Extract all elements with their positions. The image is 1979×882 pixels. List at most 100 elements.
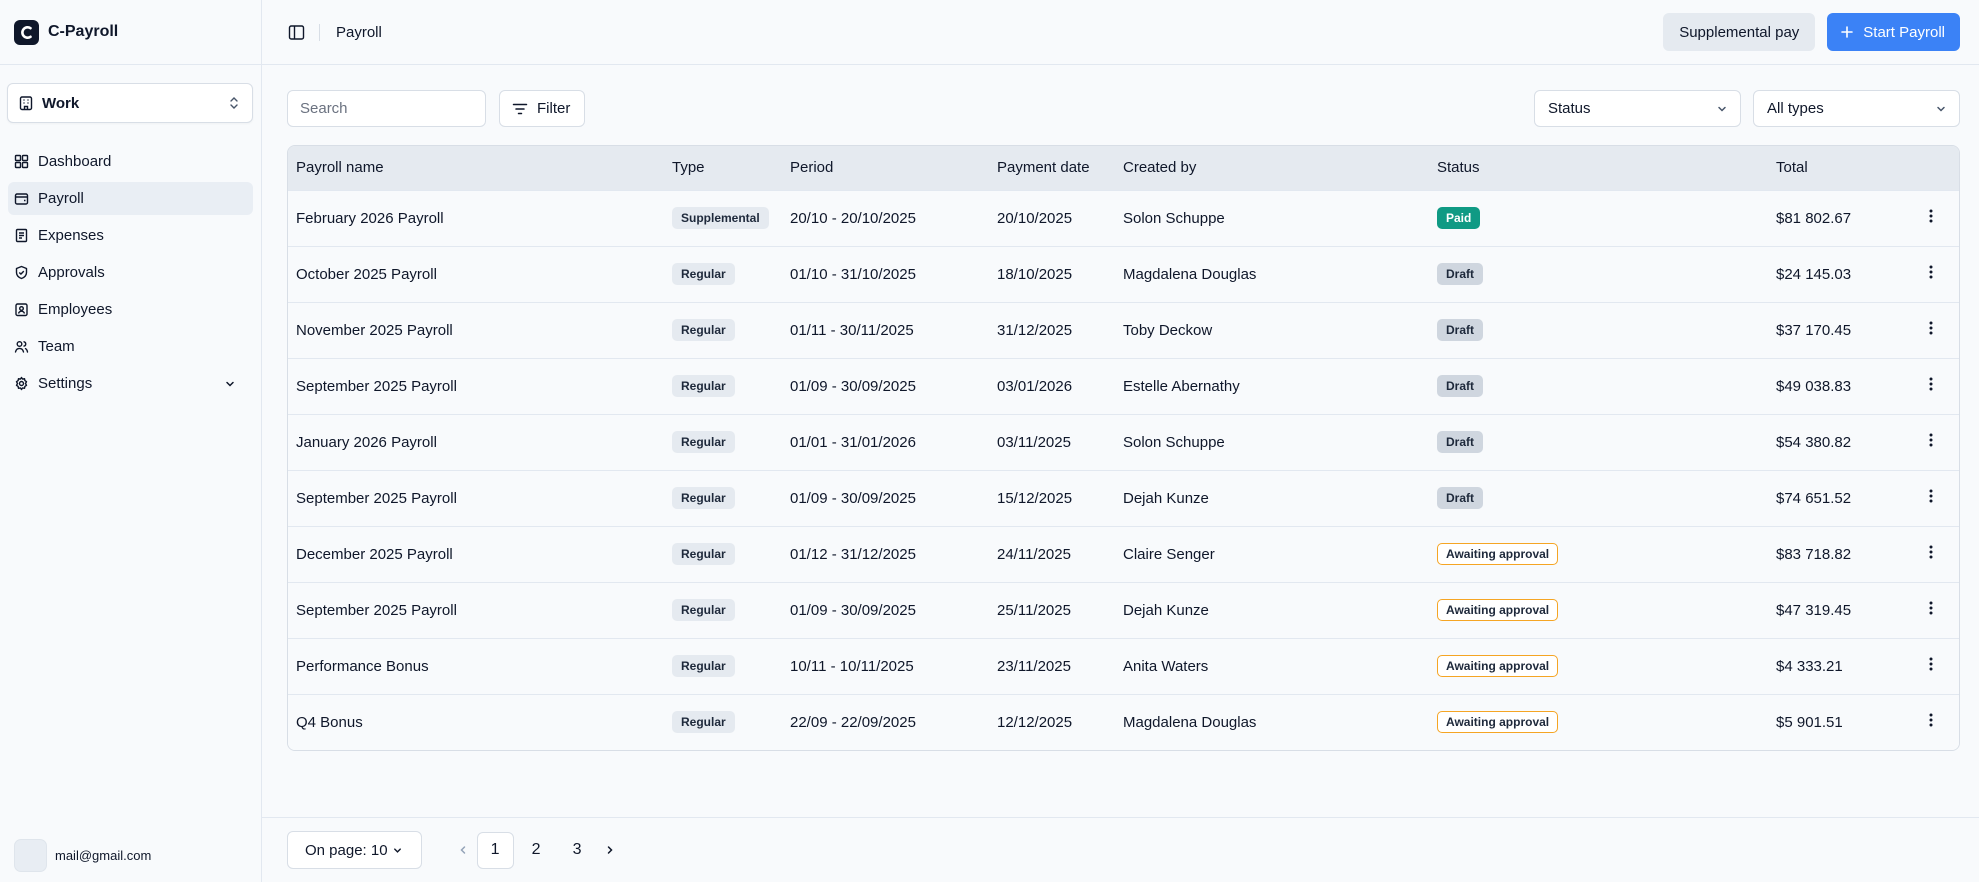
row-menu-button[interactable] [1902, 246, 1959, 302]
sidebar-item-payroll[interactable]: Payroll [8, 182, 253, 215]
start-payroll-button[interactable]: Start Payroll [1827, 13, 1960, 51]
wallet-icon [14, 193, 29, 205]
sidebar-item-expenses[interactable]: Expenses [8, 219, 253, 252]
page-button-1[interactable]: 1 [476, 831, 514, 869]
row-menu-button[interactable] [1902, 638, 1959, 694]
column-header-period[interactable]: Period [782, 146, 989, 190]
main-content: Payroll Supplemental pay Start Payroll F… [262, 0, 1979, 882]
column-header-payment-date[interactable]: Payment date [989, 146, 1115, 190]
supplemental-pay-button[interactable]: Supplemental pay [1663, 13, 1816, 51]
cell-type: Regular [664, 582, 782, 638]
row-menu-button[interactable] [1902, 582, 1959, 638]
column-header-status[interactable]: Status [1429, 146, 1768, 190]
filter-button[interactable]: Filter [499, 90, 586, 127]
page-button-3[interactable]: 3 [559, 832, 596, 869]
table-row[interactable]: Performance Bonus Regular 10/11 - 10/11/… [288, 638, 1959, 694]
cell-created-by: Solon Schuppe [1123, 209, 1225, 227]
table-row[interactable]: December 2025 Payroll Regular 01/12 - 31… [288, 526, 1959, 582]
cell-created-by: Solon Schuppe [1123, 433, 1225, 451]
row-menu-button[interactable] [1902, 302, 1959, 358]
column-header-created-by[interactable]: Created by [1115, 146, 1429, 190]
sidebar-item-approvals[interactable]: Approvals [8, 256, 253, 289]
table-row[interactable]: October 2025 Payroll Regular 01/10 - 31/… [288, 246, 1959, 302]
breadcrumb: Payroll [336, 23, 382, 41]
status-badge: Awaiting approval [1437, 655, 1559, 677]
cell-payment-date: 15/12/2025 [997, 489, 1073, 507]
cell-type: Regular [664, 694, 782, 750]
page-button-2[interactable]: 2 [518, 832, 555, 869]
row-menu-button[interactable] [1902, 190, 1959, 246]
cell-total: $49 038.83 [1776, 377, 1852, 395]
building-icon [19, 96, 33, 111]
table-row[interactable]: September 2025 Payroll Regular 01/09 - 3… [288, 470, 1959, 526]
plus-icon [1841, 26, 1854, 38]
chevrons-up-down-icon [230, 97, 238, 109]
next-page-button[interactable] [598, 832, 622, 868]
cell-status: Awaiting approval [1429, 526, 1768, 582]
row-menu-button[interactable] [1902, 414, 1959, 470]
cell-payment-date: 31/12/2025 [997, 321, 1073, 339]
cell-created-by: Dejah Kunze [1123, 489, 1209, 507]
more-vertical-icon [1929, 657, 1932, 671]
cell-type: Regular [664, 526, 782, 582]
status-badge: Draft [1437, 431, 1484, 453]
prev-page-button[interactable] [451, 832, 475, 868]
table-header: Payroll name Type Period Payment date Cr… [288, 146, 1959, 190]
search-input[interactable] [287, 90, 486, 127]
status-badge: Draft [1437, 263, 1484, 285]
chevron-down-icon [1718, 106, 1726, 112]
table-row[interactable]: January 2026 Payroll Regular 01/01 - 31/… [288, 414, 1959, 470]
cell-type: Supplemental [664, 190, 782, 246]
cell-payroll-name: January 2026 Payroll [296, 433, 437, 451]
sidebar-toggle-icon[interactable] [288, 24, 305, 41]
column-header-type[interactable]: Type [664, 146, 782, 190]
status-badge: Paid [1437, 207, 1481, 229]
cell-payroll-name: Q4 Bonus [296, 713, 363, 731]
table-row[interactable]: September 2025 Payroll Regular 01/09 - 3… [288, 358, 1959, 414]
sidebar-item-dashboard[interactable]: Dashboard [8, 145, 253, 178]
sidebar-nav: Dashboard Payroll Expenses Approvals Emp… [0, 145, 261, 400]
table-row[interactable]: Q4 Bonus Regular 22/09 - 22/09/2025 12/1… [288, 694, 1959, 750]
sidebar-item-employees[interactable]: Employees [8, 293, 253, 326]
cell-period: 01/12 - 31/12/2025 [790, 545, 916, 563]
chevron-down-icon [393, 847, 401, 853]
table-row[interactable]: February 2026 Payroll Supplemental 20/10… [288, 190, 1959, 246]
sidebar: C-Payroll Work Dashboard Payroll Expense… [0, 0, 262, 882]
cell-type: Regular [664, 414, 782, 470]
row-menu-button[interactable] [1902, 358, 1959, 414]
sidebar-item-label: Payroll [38, 190, 84, 207]
workspace-switcher[interactable]: Work [7, 83, 253, 123]
gear-icon [15, 376, 28, 391]
user-menu[interactable]: mail@gmail.com [14, 839, 151, 872]
filter-lines-icon [512, 103, 528, 114]
cell-type: Regular [664, 638, 782, 694]
per-page-select[interactable]: On page: 10 [287, 831, 422, 869]
column-header-total[interactable]: Total [1768, 146, 1902, 190]
cell-created-by: Toby Deckow [1123, 321, 1213, 339]
cell-total: $54 380.82 [1776, 433, 1852, 451]
row-menu-button[interactable] [1902, 470, 1959, 526]
more-vertical-icon [1929, 321, 1932, 335]
column-header-payroll-name[interactable]: Payroll name [288, 146, 664, 190]
table-row[interactable]: September 2025 Payroll Regular 01/09 - 3… [288, 582, 1959, 638]
cell-status: Draft [1429, 358, 1768, 414]
cell-status: Draft [1429, 414, 1768, 470]
type-select[interactable]: All types [1753, 90, 1960, 127]
table-row[interactable]: November 2025 Payroll Regular 01/11 - 30… [288, 302, 1959, 358]
cell-total: $4 333.21 [1776, 657, 1843, 675]
row-menu-button[interactable] [1902, 526, 1959, 582]
sidebar-item-label: Dashboard [38, 153, 112, 170]
status-select[interactable]: Status [1534, 90, 1741, 127]
chevron-right-icon [607, 846, 613, 854]
chevron-left-icon [460, 846, 465, 854]
row-menu-button[interactable] [1902, 694, 1959, 750]
shield-check-icon [15, 265, 28, 280]
more-vertical-icon [1929, 601, 1932, 615]
sidebar-item-settings[interactable]: Settings [8, 367, 253, 400]
status-badge: Awaiting approval [1437, 599, 1559, 621]
status-badge: Draft [1437, 319, 1484, 341]
sidebar-item-team[interactable]: Team [8, 330, 253, 363]
cell-type: Regular [664, 246, 782, 302]
more-vertical-icon [1929, 489, 1932, 503]
topbar: Payroll Supplemental pay Start Payroll [262, 0, 1979, 65]
